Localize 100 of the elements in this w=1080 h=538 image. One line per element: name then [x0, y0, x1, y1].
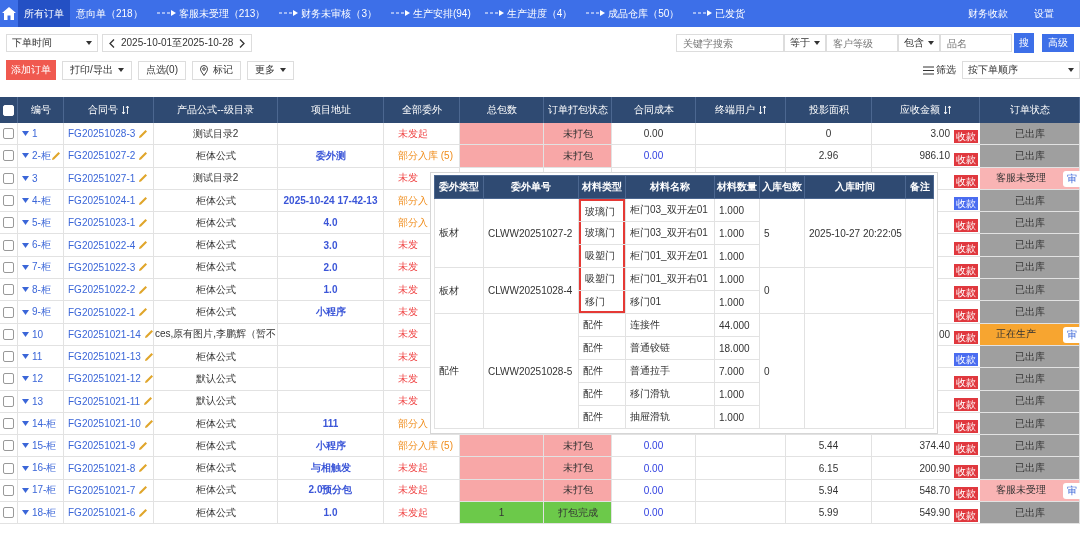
row-checkbox[interactable]: [3, 172, 14, 184]
address-link[interactable]: 小程序: [315, 438, 346, 453]
contract-number[interactable]: FG20251022-2: [68, 284, 136, 296]
order-number[interactable]: 12: [32, 368, 59, 390]
address-link[interactable]: 4.0: [323, 217, 338, 229]
order-number[interactable]: 16-柜: [32, 457, 59, 479]
collect-payment-button[interactable]: 收款: [954, 330, 978, 344]
order-number[interactable]: 6-柜: [32, 234, 59, 256]
order-number[interactable]: 15-柜: [32, 435, 59, 457]
expand-caret-icon[interactable]: [22, 354, 29, 360]
collect-payment-button[interactable]: 收款: [954, 174, 978, 188]
nav-tab[interactable]: 客服未受理（213）: [148, 0, 272, 27]
contract-number[interactable]: FG20251023-1: [68, 217, 136, 229]
expand-caret-icon[interactable]: [22, 131, 29, 137]
address-link[interactable]: 与相触发: [310, 461, 351, 476]
expand-caret-icon[interactable]: [22, 465, 29, 471]
order-number[interactable]: 4-柜: [32, 189, 59, 212]
sort-icon[interactable]: [122, 106, 129, 114]
contract-number[interactable]: FG20251022-1: [68, 306, 136, 318]
contract-number[interactable]: FG20251028-3: [68, 128, 136, 140]
expand-caret-icon[interactable]: [22, 398, 29, 404]
column-header[interactable]: 投影面积: [786, 97, 872, 123]
address-link[interactable]: 委外测: [315, 148, 346, 163]
row-checkbox[interactable]: [3, 284, 14, 296]
nav-tab[interactable]: 生产安排(94): [382, 0, 477, 27]
pencil-icon[interactable]: [138, 262, 149, 273]
contract-number[interactable]: FG20251021-12: [68, 373, 141, 385]
address-link[interactable]: 2.0: [323, 261, 338, 273]
product-name-field[interactable]: 品名: [940, 34, 1012, 52]
expand-caret-icon[interactable]: [22, 309, 29, 315]
column-header[interactable]: 项目地址: [278, 97, 384, 123]
collect-payment-button[interactable]: 收款: [954, 152, 978, 166]
row-checkbox[interactable]: [3, 261, 14, 273]
expand-caret-icon[interactable]: [22, 264, 29, 270]
row-checkbox[interactable]: [3, 239, 14, 251]
column-header[interactable]: 合同成本: [612, 97, 696, 123]
pencil-icon[interactable]: [143, 351, 153, 362]
pencil-icon[interactable]: [138, 217, 149, 228]
row-checkbox[interactable]: [3, 507, 14, 519]
pencil-icon[interactable]: [50, 150, 61, 161]
column-header[interactable]: 全部委外: [384, 97, 460, 123]
expand-caret-icon[interactable]: [22, 487, 29, 493]
contract-number[interactable]: FG20251021-7: [68, 484, 136, 496]
expand-caret-icon[interactable]: [22, 510, 29, 516]
collect-payment-button[interactable]: 收款: [954, 375, 978, 389]
sort-icon[interactable]: [759, 106, 766, 114]
collect-payment-button[interactable]: 收款: [954, 420, 978, 434]
collect-payment-button[interactable]: 收款: [954, 509, 978, 523]
row-checkbox[interactable]: [3, 373, 14, 385]
address-link[interactable]: 1.0: [323, 284, 338, 296]
order-number[interactable]: 1: [32, 123, 59, 145]
expand-caret-icon[interactable]: [22, 175, 29, 181]
order-number[interactable]: 18-柜: [32, 502, 59, 524]
collect-payment-button[interactable]: 收款: [954, 264, 978, 278]
pencil-icon[interactable]: [138, 307, 149, 317]
row-checkbox[interactable]: [3, 150, 14, 162]
chevron-left-icon[interactable]: [109, 38, 115, 48]
address-link[interactable]: 1.0: [323, 507, 338, 519]
column-header[interactable]: 产品公式--级目录: [154, 97, 278, 123]
pencil-icon[interactable]: [138, 150, 149, 161]
expand-caret-icon[interactable]: [22, 331, 29, 337]
row-checkbox[interactable]: [3, 462, 14, 474]
address-link[interactable]: 小程序: [315, 305, 346, 319]
nav-tab[interactable]: 意向单（218）: [70, 0, 149, 27]
contract-number[interactable]: FG20251022-4: [68, 239, 136, 251]
order-number[interactable]: 13: [32, 390, 59, 412]
pencil-icon[interactable]: [143, 329, 153, 340]
column-header[interactable]: 编号: [18, 97, 64, 123]
add-order-button[interactable]: 添加订单: [6, 60, 56, 80]
expand-caret-icon[interactable]: [22, 376, 29, 382]
search-button[interactable]: 搜: [1014, 33, 1034, 53]
contract-number[interactable]: FG20251021-9: [68, 440, 136, 452]
address-link[interactable]: 2.0预分包: [308, 483, 353, 498]
contract-number[interactable]: FG20251022-3: [68, 261, 136, 273]
contract-number[interactable]: FG20251021-10: [68, 418, 141, 429]
pencil-icon[interactable]: [138, 195, 149, 206]
collect-payment-button[interactable]: 收款: [954, 241, 978, 255]
pencil-icon[interactable]: [138, 440, 149, 451]
customer-level-field[interactable]: 客户等级: [826, 34, 898, 52]
contract-number[interactable]: FG20251021-6: [68, 507, 136, 519]
time-select[interactable]: 下单时间: [6, 34, 98, 52]
row-checkbox[interactable]: [3, 440, 14, 452]
print-export-button[interactable]: 打印/导出: [62, 60, 132, 80]
contract-number[interactable]: FG20251027-2: [68, 150, 136, 162]
expand-caret-icon[interactable]: [22, 220, 29, 226]
order-number[interactable]: 5-柜: [32, 212, 59, 234]
collect-payment-button[interactable]: 收款: [954, 353, 978, 367]
collect-payment-button[interactable]: 收款: [954, 197, 978, 211]
sort-select[interactable]: 按下单顺序: [962, 61, 1080, 79]
contract-number[interactable]: FG20251021-13: [68, 351, 141, 363]
expand-caret-icon[interactable]: [22, 153, 29, 159]
pencil-icon[interactable]: [143, 373, 153, 384]
expand-caret-icon[interactable]: [22, 198, 29, 204]
order-number[interactable]: 9-柜: [32, 301, 59, 323]
contract-number[interactable]: FG20251027-1: [68, 172, 136, 184]
contract-number[interactable]: FG20251024-1: [68, 195, 136, 207]
pencil-icon[interactable]: [138, 507, 149, 518]
pencil-icon[interactable]: [143, 396, 153, 407]
order-number[interactable]: 14-柜: [32, 412, 59, 435]
collect-payment-button[interactable]: 收款: [954, 219, 978, 233]
